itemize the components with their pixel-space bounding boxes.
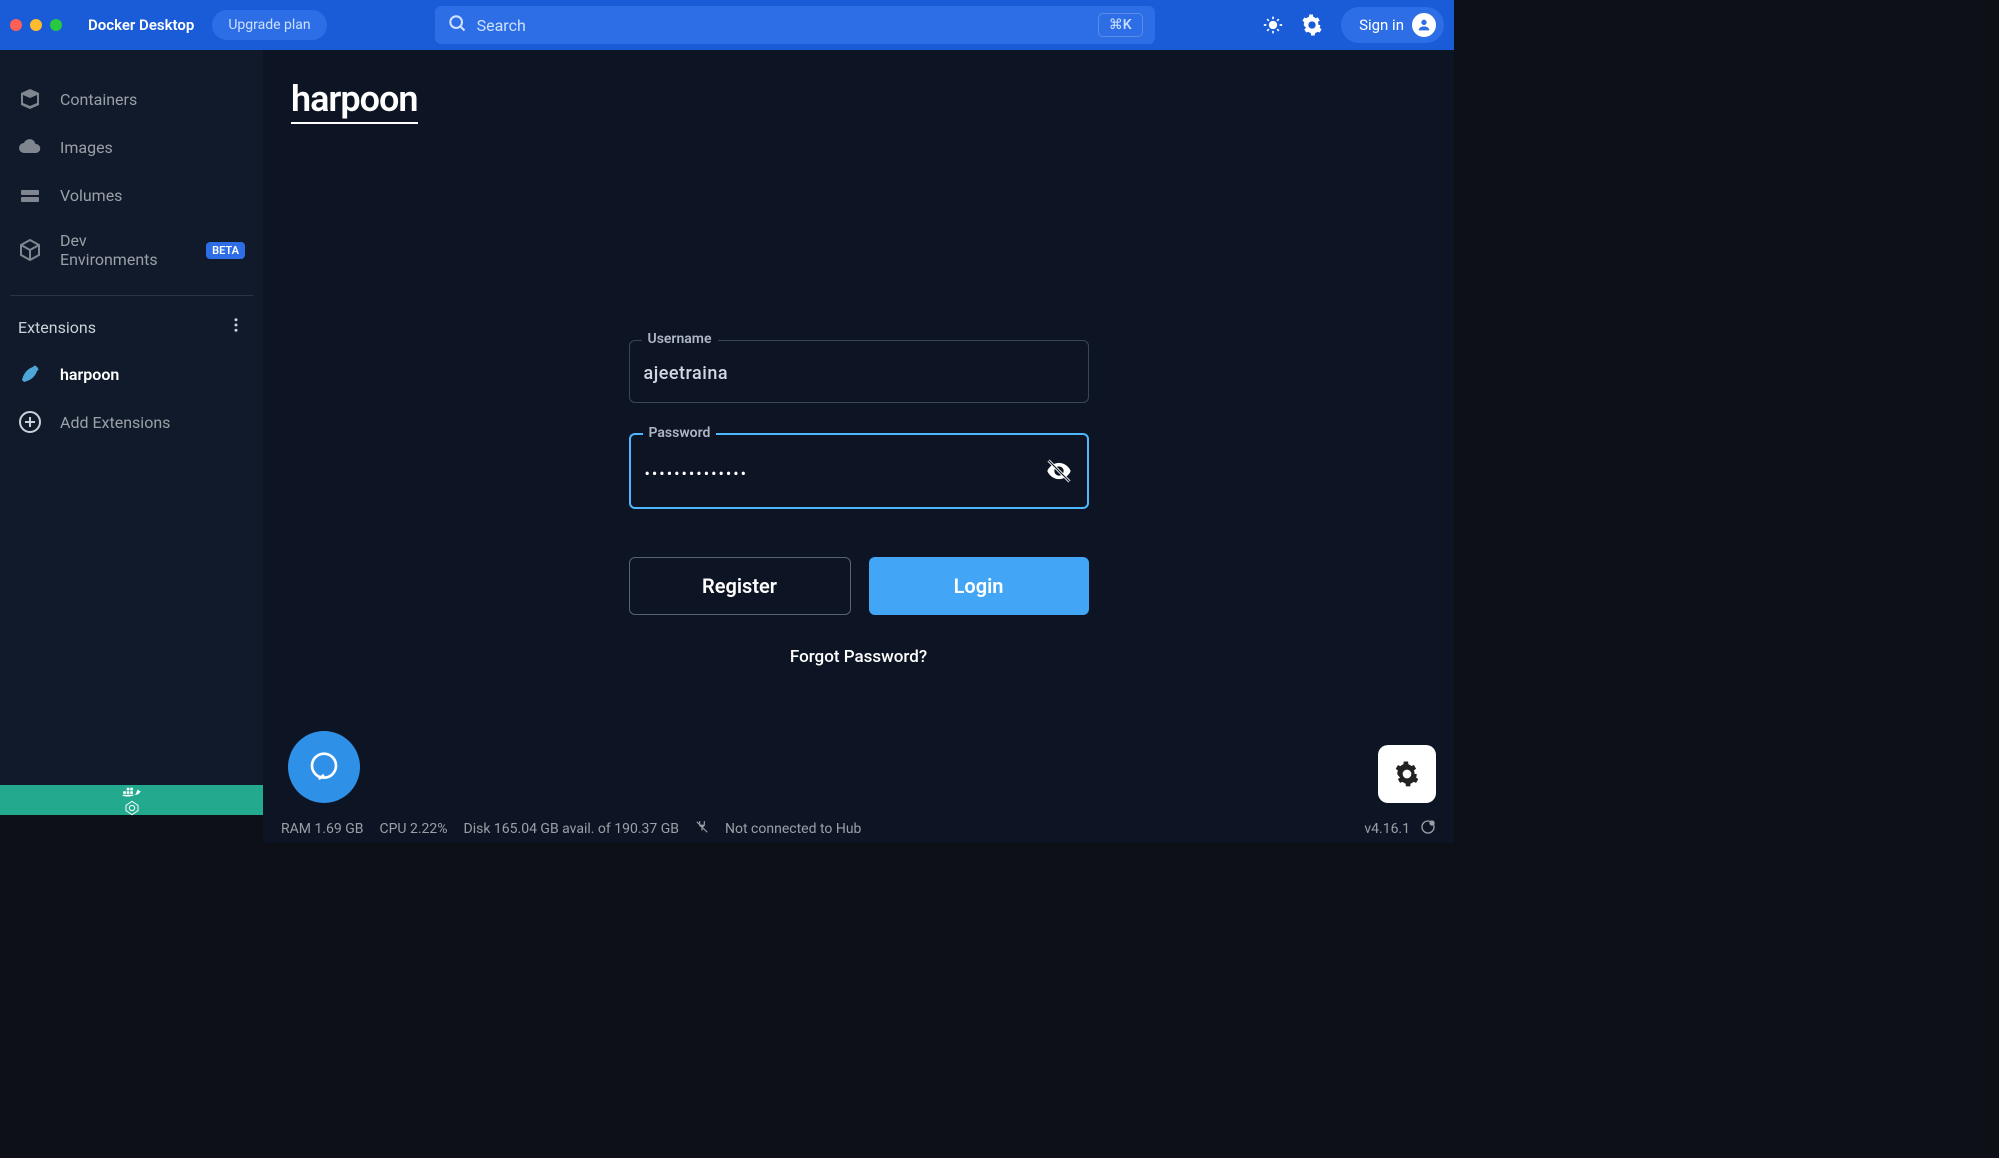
extensions-heading: Extensions (18, 318, 96, 337)
plug-off-icon (695, 820, 709, 838)
window-controls (10, 19, 62, 31)
sidebar-item-label: Dev Environments (60, 231, 188, 269)
password-field-group[interactable]: Password •••••••••••••• (629, 433, 1089, 509)
signin-label: Sign in (1359, 16, 1404, 34)
plus-circle-icon (18, 410, 42, 434)
sidebar-kubernetes-status[interactable] (0, 800, 263, 815)
bug-icon[interactable] (1263, 15, 1283, 35)
close-window-button[interactable] (10, 19, 22, 31)
gear-icon (1394, 761, 1420, 787)
cube-icon (18, 238, 42, 262)
main-content: harpoon Username Password ••••••••••••••… (263, 50, 1454, 815)
harpoon-icon (18, 362, 42, 386)
sidebar-docker-engine-status[interactable] (0, 785, 263, 800)
forgot-password-link[interactable]: Forgot Password? (629, 647, 1089, 667)
avatar-icon (1412, 13, 1436, 37)
status-connection: Not connected to Hub (725, 821, 861, 837)
login-form: Username Password •••••••••••••• Registe… (629, 340, 1089, 667)
status-ram: RAM 1.69 GB (281, 821, 363, 837)
app-title: Docker Desktop (88, 16, 194, 34)
password-input[interactable]: •••••••••••••• (645, 464, 1045, 483)
extensions-header: Extensions (0, 304, 263, 350)
harpoon-logo: harpoon (291, 78, 418, 124)
sidebar-item-label: Images (60, 138, 113, 157)
username-input[interactable] (644, 363, 1074, 384)
sidebar-item-label: Containers (60, 90, 137, 109)
search-bar[interactable]: ⌘K (435, 6, 1155, 44)
chat-support-button[interactable] (288, 731, 360, 803)
sidebar-item-images[interactable]: Images (0, 123, 263, 171)
beta-badge: BETA (206, 242, 245, 259)
whale-icon (121, 786, 143, 800)
titlebar: Docker Desktop Upgrade plan ⌘K Sign in (0, 0, 1454, 50)
minimize-window-button[interactable] (30, 19, 42, 31)
sidebar-item-label: Volumes (60, 186, 122, 205)
password-label: Password (643, 425, 717, 441)
cloud-icon (18, 135, 42, 159)
sidebar-divider (10, 295, 253, 296)
container-icon (18, 87, 42, 111)
settings-icon[interactable] (1301, 14, 1323, 36)
status-cpu: CPU 2.22% (379, 821, 447, 837)
maximize-window-button[interactable] (50, 19, 62, 31)
sidebar-item-containers[interactable]: Containers (0, 75, 263, 123)
signin-button[interactable]: Sign in (1341, 7, 1444, 43)
sidebar: Containers Images Volumes Dev Environmen… (0, 50, 263, 815)
search-icon (447, 13, 467, 37)
login-button[interactable]: Login (869, 557, 1089, 615)
kubernetes-icon (124, 800, 140, 816)
sidebar-item-label: Add Extensions (60, 413, 170, 432)
sidebar-item-dev-environments[interactable]: Dev Environments BETA (0, 219, 263, 281)
sidebar-extension-harpoon[interactable]: harpoon (0, 350, 263, 398)
username-label: Username (642, 331, 718, 347)
status-disk: Disk 165.04 GB avail. of 190.37 GB (464, 821, 680, 837)
sidebar-add-extensions[interactable]: Add Extensions (0, 398, 263, 446)
more-vertical-icon[interactable] (227, 316, 245, 338)
update-available-icon[interactable] (1420, 819, 1436, 839)
sidebar-item-volumes[interactable]: Volumes (0, 171, 263, 219)
register-button[interactable]: Register (629, 557, 851, 615)
username-field-group[interactable]: Username (629, 340, 1089, 403)
sidebar-item-label: harpoon (60, 365, 119, 384)
search-input[interactable] (477, 16, 1088, 35)
upgrade-plan-button[interactable]: Upgrade plan (212, 10, 326, 40)
search-shortcut: ⌘K (1098, 13, 1143, 37)
chat-icon (308, 751, 340, 783)
settings-fab-button[interactable] (1378, 745, 1436, 803)
statusbar: RAM 1.69 GB CPU 2.22% Disk 165.04 GB ava… (263, 815, 1454, 843)
volume-icon (18, 183, 42, 207)
toggle-password-visibility-icon[interactable] (1045, 457, 1073, 489)
status-version: v4.16.1 (1364, 821, 1410, 837)
